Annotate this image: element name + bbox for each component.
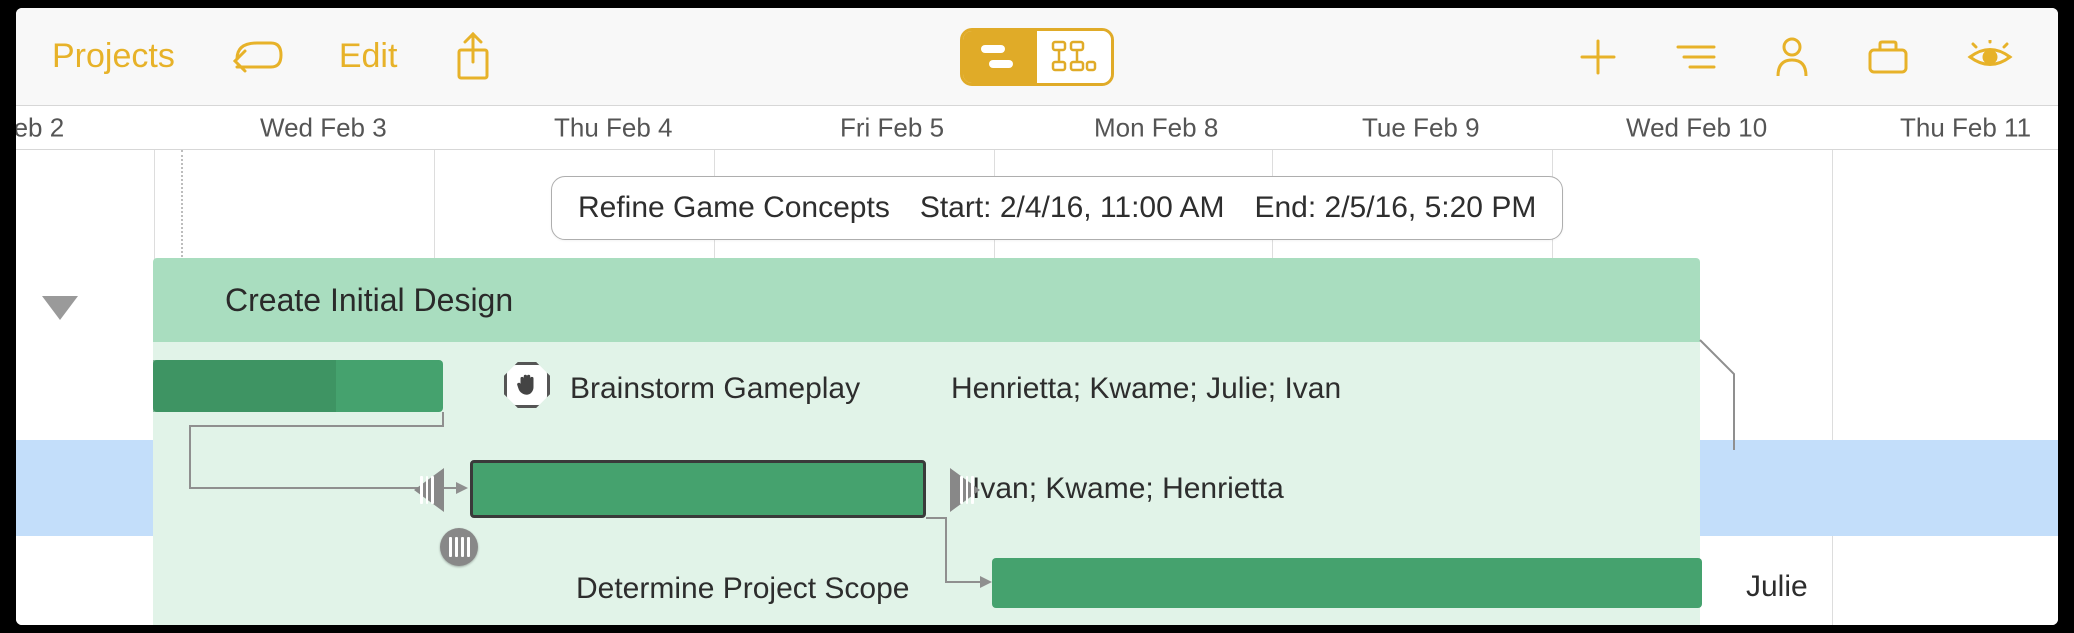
task-start-handle[interactable] <box>414 468 444 512</box>
share-icon <box>453 32 493 82</box>
task-bar-determine-project-scope[interactable] <box>992 558 1702 608</box>
briefcase-button[interactable] <box>1866 38 1910 76</box>
date-column-label: Wed Feb 3 <box>260 112 387 143</box>
edit-button[interactable]: Edit <box>339 37 398 76</box>
plus-icon <box>1578 37 1618 77</box>
hand-icon <box>516 372 538 398</box>
task-label-scope: Determine Project Scope <box>576 572 910 606</box>
undo-icon <box>231 35 283 79</box>
projects-button[interactable]: Projects <box>52 37 175 76</box>
date-column-label: Thu Feb 4 <box>554 112 673 143</box>
tasks-icon <box>1674 39 1718 75</box>
share-button[interactable] <box>453 32 493 82</box>
view-options-button[interactable] <box>1966 40 2014 74</box>
person-icon <box>1774 36 1810 78</box>
date-header: e Feb 2 Wed Feb 3 Thu Feb 4 Fri Feb 5 Mon Fe… <box>16 106 2058 150</box>
group-bar-create-initial-design[interactable]: Create Initial Design <box>153 258 1700 342</box>
task-bar-brainstorm-gameplay[interactable] <box>153 360 443 412</box>
task-completion-handle[interactable] <box>440 528 478 566</box>
gantt-view-option[interactable] <box>963 31 1037 83</box>
briefcase-icon <box>1866 38 1910 76</box>
view-mode-toggle[interactable] <box>960 28 1114 86</box>
date-column-label: Mon Feb 8 <box>1094 112 1218 143</box>
add-button[interactable] <box>1578 37 1618 77</box>
task-assignees-refine: Ivan; Kwame; Henrietta <box>972 472 1284 506</box>
day-gridline <box>1832 150 1833 625</box>
task-bar-refine-game-concepts[interactable] <box>470 460 926 518</box>
tooltip-start: Start: 2/4/16, 11:00 AM <box>920 191 1225 225</box>
tooltip-task-name: Refine Game Concepts <box>578 191 890 225</box>
task-assignees-brainstorm: Henrietta; Kwame; Julie; Ivan <box>951 372 1341 406</box>
toolbar: Projects Edit <box>16 8 2058 106</box>
eye-icon <box>1966 40 2014 74</box>
gantt-chart[interactable]: Create Initial Design Refine Game Concep… <box>16 150 2058 625</box>
task-label-brainstorm: Brainstorm Gameplay <box>570 372 860 406</box>
date-column-label: Wed Feb 10 <box>1626 112 1767 143</box>
network-icon <box>1051 40 1097 74</box>
task-end-handle[interactable] <box>950 468 980 512</box>
app-window: Projects Edit <box>16 8 2058 625</box>
date-column-label: Thu Feb 11 <box>1900 112 2031 143</box>
date-column-label: e Feb 2 <box>16 112 64 143</box>
group-title: Create Initial Design <box>225 282 513 319</box>
date-column-label: Tue Feb 9 <box>1362 112 1480 143</box>
date-column-label: Fri Feb 5 <box>840 112 944 143</box>
gantt-icon <box>979 42 1021 72</box>
group-disclosure-toggle[interactable] <box>42 296 78 320</box>
task-assignees-scope: Julie <box>1746 570 1808 604</box>
undo-button[interactable] <box>231 35 283 79</box>
tooltip-end: End: 2/5/16, 5:20 PM <box>1254 191 1536 225</box>
network-view-option[interactable] <box>1037 31 1111 83</box>
resources-button[interactable] <box>1774 36 1810 78</box>
tasks-button[interactable] <box>1674 39 1718 75</box>
task-tooltip: Refine Game Concepts Start: 2/4/16, 11:0… <box>551 176 1563 240</box>
